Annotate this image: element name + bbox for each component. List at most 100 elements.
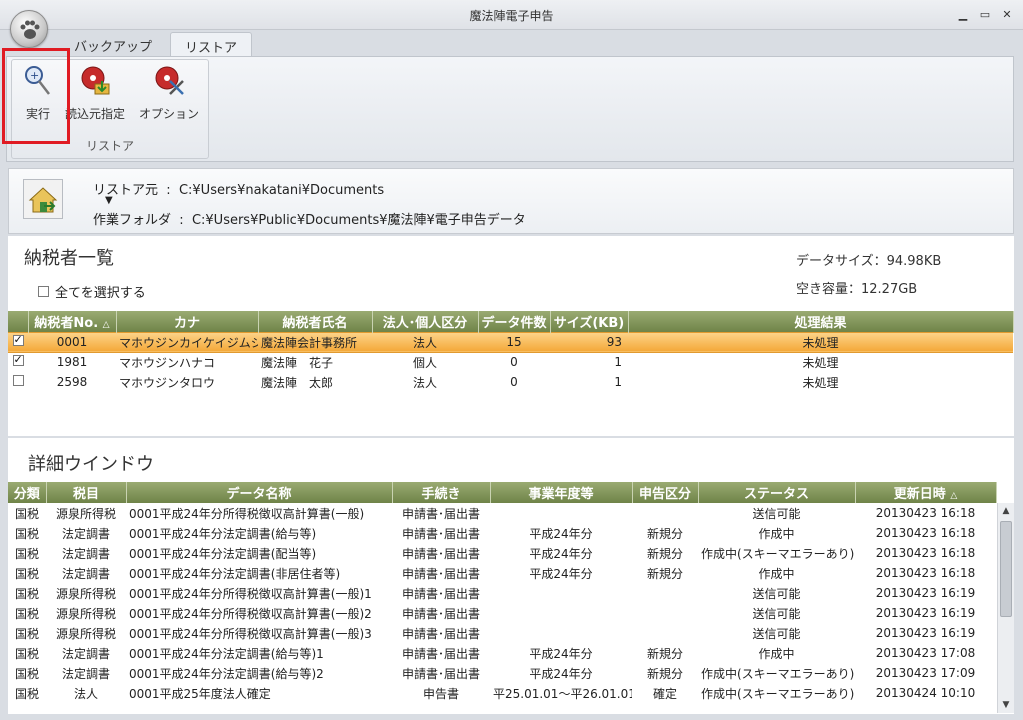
procedure: 申請書･届出書 <box>401 626 480 641</box>
status: 作成中 <box>758 566 795 581</box>
taxpayer-no: 0001 <box>28 331 116 353</box>
detail-row[interactable]: 国税 法人 0001平成25年度法人確定 申告書 平25.01.01～平26.01.01… <box>8 683 996 703</box>
tax-item: 法定調書 <box>61 546 110 561</box>
detail-row[interactable]: 国税 法定調書 0001平成24年分法定調書(配当等) 申請書･届出書 平成24年分 新規… <box>8 543 996 563</box>
taxpayer-type: 法人 <box>412 375 437 390</box>
detail-row[interactable]: 国税 源泉所得税 0001平成24年分所得税徴収高計算書(一般)2 申請書･届出書 送信… <box>8 603 996 623</box>
filing-type <box>632 623 698 643</box>
work-folder-value: C:¥Users¥Public¥Documents¥魔法陣¥電子申告データ <box>191 213 526 228</box>
column-header-kana[interactable]: カナ <box>116 311 259 332</box>
status: 作成中 <box>758 526 795 541</box>
column-header-procedure[interactable]: 手続き <box>392 482 491 503</box>
column-header-data-name[interactable]: データ名称 <box>126 482 393 503</box>
restore-source-value: C:¥Users¥nakatani¥Documents <box>178 183 385 198</box>
updated-at: 20130423 17:09 <box>875 666 976 680</box>
option-button[interactable]: オプション <box>136 64 202 124</box>
column-header-count[interactable]: データ件数 <box>478 311 551 332</box>
taxpayer-row[interactable]: 2598 マホウジンタロウ 魔法陣 太郎 法人 0 1 未処理 <box>8 372 1013 392</box>
column-header-filing-type[interactable]: 申告区分 <box>632 482 699 503</box>
taxpayer-no: 2598 <box>56 375 88 389</box>
column-header-type[interactable]: 法人･個人区分 <box>372 311 479 332</box>
category: 国税 <box>14 526 39 541</box>
column-header-fiscal-year[interactable]: 事業年度等 <box>490 482 633 503</box>
row-checkbox[interactable] <box>8 372 28 392</box>
process-result: 未処理 <box>802 375 839 390</box>
column-header-size[interactable]: サイズ(KB) <box>550 311 629 332</box>
tab-backup[interactable]: バックアップ <box>60 32 166 56</box>
status: 送信可能 <box>752 626 801 641</box>
detail-row[interactable]: 国税 源泉所得税 0001平成24年分所得税徴収高計算書(一般)3 申請書･届出書 送信… <box>8 623 996 643</box>
checkbox-icon[interactable] <box>38 286 49 297</box>
updated-at: 20130423 16:18 <box>875 546 976 560</box>
restore-source-label: リストア元 <box>93 183 159 198</box>
minimize-icon[interactable]: ▁ <box>955 8 971 22</box>
column-header-updated[interactable]: 更新日時 △ <box>855 482 997 503</box>
tax-item: 法定調書 <box>61 646 110 661</box>
option-label: オプション <box>138 107 199 121</box>
import-source-button[interactable]: 読込元指定 <box>62 64 128 124</box>
free-space: 空き容量：12.27GB <box>796 282 918 297</box>
column-header-no[interactable]: 納税者No. △ <box>28 311 117 332</box>
tab-restore[interactable]: リストア <box>170 32 253 58</box>
scroll-up-icon[interactable]: ▲ <box>998 503 1014 519</box>
taxpayer-kana: マホウジンタロウ <box>119 375 216 390</box>
category: 国税 <box>14 586 39 601</box>
taxpayer-row[interactable]: 0001マホウジンカイケイジムショ魔法陣会計事務所法人1593未処理 <box>8 331 1013 353</box>
detail-row[interactable]: 国税 源泉所得税 0001平成24年分所得税徴収高計算書(一般) 申請書･届出書 送信可… <box>8 503 996 523</box>
process-result: 未処理 <box>802 355 839 370</box>
checkbox-icon[interactable] <box>12 353 24 367</box>
checkbox-icon[interactable] <box>12 333 24 346</box>
status: 作成中(スキーマエラーあり) <box>701 686 855 701</box>
updated-at: 20130423 17:08 <box>875 646 976 660</box>
row-checkbox[interactable] <box>8 352 28 372</box>
detail-row[interactable]: 国税 源泉所得税 0001平成24年分所得税徴収高計算書(一般)1 申請書･届出書 送信… <box>8 583 996 603</box>
detail-scrollbar[interactable]: ▲ ▼ <box>997 503 1014 713</box>
updated-at: 20130423 16:18 <box>875 526 976 540</box>
data-name: 0001平成24年分法定調書(配当等) <box>129 546 317 561</box>
select-all-checkbox[interactable]: 全てを選択する <box>38 282 146 301</box>
updated-at: 20130423 16:18 <box>875 506 976 520</box>
detail-row[interactable]: 国税 法定調書 0001平成24年分法定調書(非居住者等) 申請書･届出書 平成24年分… <box>8 563 996 583</box>
detail-row[interactable]: 国税 法定調書 0001平成24年分法定調書(給与等) 申請書･届出書 平成24年分 新規… <box>8 523 996 543</box>
filing-type <box>632 583 698 603</box>
taxpayer-name: 魔法陣 太郎 <box>261 375 334 390</box>
scroll-down-icon[interactable]: ▼ <box>998 697 1014 713</box>
taxpayer-row[interactable]: 1981 マホウジンハナコ 魔法陣 花子 個人 0 1 未処理 <box>8 352 1013 372</box>
status: 作成中 <box>758 646 795 661</box>
column-header-check[interactable] <box>8 311 29 332</box>
category: 国税 <box>14 626 39 641</box>
updated-at: 20130423 16:19 <box>875 586 976 600</box>
data-name: 0001平成24年分所得税徴収高計算書(一般)1 <box>129 586 372 601</box>
taxpayer-table: 納税者No. △ カナ 納税者氏名 法人･個人区分 データ件数 サイズ(KB) … <box>8 311 1014 392</box>
data-name: 0001平成24年分所得税徴収高計算書(一般)2 <box>129 606 372 621</box>
data-name: 0001平成24年分法定調書(非居住者等) <box>129 566 341 581</box>
category: 国税 <box>14 646 39 661</box>
detail-row[interactable]: 国税 法定調書 0001平成24年分法定調書(給与等)1 申請書･届出書 平成24年分 新… <box>8 643 996 663</box>
home-folder-icon <box>23 179 63 219</box>
updated-at: 20130423 16:18 <box>875 566 976 580</box>
filing-type: 新規分 <box>646 526 683 541</box>
data-name: 0001平成24年分法定調書(給与等)2 <box>129 666 324 681</box>
maximize-icon[interactable]: ▭ <box>977 8 993 22</box>
column-header-name[interactable]: 納税者氏名 <box>258 311 373 332</box>
paw-icon <box>20 20 40 39</box>
path-bar: リストア元 : C:¥Users¥nakatani¥Documents ▼ 作業… <box>8 168 1014 234</box>
column-header-result[interactable]: 処理結果 <box>628 311 1014 332</box>
close-icon[interactable]: ✕ <box>999 8 1015 22</box>
column-header-status[interactable]: ステータス <box>698 482 856 503</box>
taxpayer-list-title: 納税者一覧 <box>24 248 114 269</box>
taxpayer-name: 魔法陣 花子 <box>261 355 334 370</box>
filing-type: 確定 <box>652 686 677 701</box>
taxpayer-no: 1981 <box>56 355 88 370</box>
app-menu-button[interactable] <box>10 10 48 48</box>
column-header-category[interactable]: 分類 <box>8 482 47 503</box>
checkbox-icon[interactable] <box>12 375 24 386</box>
row-checkbox[interactable] <box>8 331 28 353</box>
work-folder-label: 作業フォルダ <box>93 213 172 228</box>
scroll-thumb[interactable] <box>1000 521 1012 617</box>
detail-row[interactable]: 国税 法定調書 0001平成24年分法定調書(給与等)2 申請書･届出書 平成24年分 新… <box>8 663 996 683</box>
category: 国税 <box>14 546 39 561</box>
execute-highlight-box <box>2 48 70 144</box>
column-header-tax-item[interactable]: 税目 <box>46 482 127 503</box>
work-folder-line: 作業フォルダ : C:¥Users¥Public¥Documents¥魔法陣¥電… <box>93 213 526 228</box>
